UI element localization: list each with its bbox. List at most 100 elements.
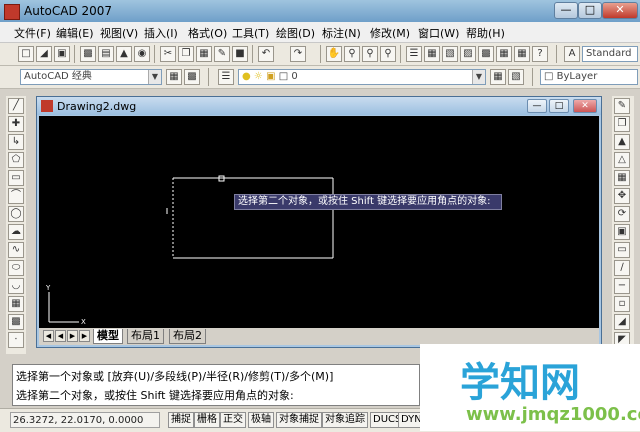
match-properties-icon[interactable]: ✎ — [214, 46, 230, 62]
move-icon[interactable]: ✥ — [614, 188, 630, 204]
text-style-icon[interactable]: A — [564, 46, 580, 62]
rotate-icon[interactable]: ⟳ — [614, 206, 630, 222]
copy-icon[interactable]: ❐ — [178, 46, 194, 62]
tab-layout2[interactable]: 布局2 — [169, 329, 206, 344]
next-tab-icon[interactable]: ▶ — [67, 330, 78, 342]
tab-model[interactable]: 模型 — [93, 329, 123, 344]
point-icon[interactable]: ⋅ — [8, 332, 24, 348]
layer-properties-icon[interactable]: ☰ — [218, 69, 234, 85]
save-icon[interactable]: ▣ — [54, 46, 70, 62]
command-window[interactable]: 选择第一个对象或 [放弃(U)/多段线(P)/半径(R)/修剪(T)/多个(M)… — [12, 364, 420, 406]
menu-draw[interactable]: 绘图(D) — [276, 25, 315, 41]
revision-cloud-icon[interactable]: ☁ — [8, 224, 24, 240]
scale-icon[interactable]: ▣ — [614, 224, 630, 240]
maximize-button[interactable]: □ — [578, 2, 602, 19]
menu-file[interactable]: 文件(F) — [14, 25, 51, 41]
canvas-geometry: Y X — [45, 175, 334, 326]
line-icon[interactable]: ╱ — [8, 98, 24, 114]
grid-toggle[interactable]: 栅格 — [194, 412, 220, 428]
properties-icon[interactable]: ☰ — [406, 46, 422, 62]
print-preview-icon[interactable]: ▤ — [98, 46, 114, 62]
construction-line-icon[interactable]: ✚ — [8, 116, 24, 132]
open-file-icon[interactable]: ◢ — [36, 46, 52, 62]
mirror-icon[interactable]: ▲ — [614, 134, 630, 150]
make-layer-current-icon[interactable]: ▦ — [490, 69, 506, 85]
workspace-select[interactable]: AutoCAD 经典 ▼ — [20, 69, 162, 85]
drawing-minimize-button[interactable]: — — [527, 99, 547, 113]
circle-icon[interactable]: ◯ — [8, 206, 24, 222]
minimize-button[interactable]: — — [554, 2, 578, 19]
menu-view[interactable]: 视图(V) — [100, 25, 138, 41]
drawing-close-button[interactable]: ✕ — [573, 99, 597, 113]
dynamic-input-tooltip: 选择第二个对象，或按住 Shift 键选择要应用角点的对象: — [234, 194, 502, 210]
quickcalc-icon[interactable]: ▦ — [496, 46, 512, 62]
osnap-toggle[interactable]: 对象捕捉 — [276, 412, 322, 428]
otrack-toggle[interactable]: 对象追踪 — [322, 412, 368, 428]
text-style-select[interactable]: Standard — [582, 46, 638, 62]
zoom-realtime-icon[interactable]: ⚲ — [344, 46, 360, 62]
offset-icon[interactable]: △ — [614, 152, 630, 168]
markup-icon[interactable]: ▩ — [478, 46, 494, 62]
3d-dwf-icon[interactable]: ◉ — [134, 46, 150, 62]
cut-icon[interactable]: ✂ — [160, 46, 176, 62]
tool-palettes-icon[interactable]: ▧ — [442, 46, 458, 62]
coordinate-readout[interactable]: 26.3272, 22.0170, 0.0000 — [10, 412, 160, 428]
menu-insert[interactable]: 插入(I) — [144, 25, 178, 41]
chamfer-icon[interactable]: ◢ — [614, 314, 630, 330]
polygon-icon[interactable]: ⬠ — [8, 152, 24, 168]
design-center-icon[interactable]: ▦ — [424, 46, 440, 62]
make-block-icon[interactable]: ▩ — [8, 314, 24, 330]
trim-icon[interactable]: ∕ — [614, 260, 630, 276]
tab-layout1[interactable]: 布局1 — [127, 329, 164, 344]
ellipse-arc-icon[interactable]: ◡ — [8, 278, 24, 294]
menu-tools[interactable]: 工具(T) — [232, 25, 269, 41]
insert-block-icon[interactable]: ▦ — [8, 296, 24, 312]
zoom-previous-icon[interactable]: ⚲ — [380, 46, 396, 62]
print-icon[interactable]: ▩ — [80, 46, 96, 62]
layer-select[interactable]: ● ☼ ▣ □ 0 ▼ — [238, 69, 486, 85]
zoom-window-icon[interactable]: ⚲ — [362, 46, 378, 62]
first-tab-icon[interactable]: ◀ — [43, 330, 54, 342]
menu-modify[interactable]: 修改(M) — [370, 25, 410, 41]
undo-icon[interactable]: ↶ — [258, 46, 274, 62]
menu-format[interactable]: 格式(O) — [188, 25, 227, 41]
prev-tab-icon[interactable]: ◀ — [55, 330, 66, 342]
rectangle-icon[interactable]: ▭ — [8, 170, 24, 186]
ortho-toggle[interactable]: 正交 — [220, 412, 246, 428]
close-button[interactable]: ✕ — [602, 2, 638, 19]
pan-icon[interactable]: ✋ — [326, 46, 342, 62]
arc-icon[interactable]: ⌒ — [8, 188, 24, 204]
paste-icon[interactable]: ▦ — [196, 46, 212, 62]
workspace-settings-icon[interactable]: ▦ — [166, 69, 182, 85]
block-editor-icon[interactable]: ■ — [232, 46, 248, 62]
erase-icon[interactable]: ✎ — [614, 98, 630, 114]
extend-icon[interactable]: − — [614, 278, 630, 294]
new-file-icon[interactable]: □ — [18, 46, 34, 62]
copy-object-icon[interactable]: ❐ — [614, 116, 630, 132]
ellipse-icon[interactable]: ⬭ — [8, 260, 24, 276]
break-icon[interactable]: ▫ — [614, 296, 630, 312]
calculator-icon[interactable]: ▦ — [514, 46, 530, 62]
polyline-icon[interactable]: ↳ — [8, 134, 24, 150]
menu-help[interactable]: 帮助(H) — [466, 25, 505, 41]
publish-icon[interactable]: ▲ — [116, 46, 132, 62]
menu-edit[interactable]: 编辑(E) — [56, 25, 94, 41]
menu-window[interactable]: 窗口(W) — [418, 25, 459, 41]
menu-dimension[interactable]: 标注(N) — [322, 25, 361, 41]
spline-icon[interactable]: ∿ — [8, 242, 24, 258]
command-history-line: 选择第一个对象或 [放弃(U)/多段线(P)/半径(R)/修剪(T)/多个(M)… — [16, 370, 334, 383]
workspace-save-icon[interactable]: ▩ — [184, 69, 200, 85]
help-icon[interactable]: ? — [532, 46, 548, 62]
stretch-icon[interactable]: ▭ — [614, 242, 630, 258]
layer-previous-icon[interactable]: ▧ — [508, 69, 524, 85]
color-select[interactable]: □ ByLayer — [540, 69, 638, 85]
last-tab-icon[interactable]: ▶ — [79, 330, 90, 342]
array-icon[interactable]: ▦ — [614, 170, 630, 186]
drawing-canvas[interactable]: Y X 选择第二个对象，或按住 Shift 键选择要应用角点的对象: — [39, 116, 599, 328]
drawing-maximize-button[interactable]: □ — [549, 99, 569, 113]
redo-icon[interactable]: ↷ — [290, 46, 306, 62]
polar-toggle[interactable]: 极轴 — [248, 412, 274, 428]
snap-toggle[interactable]: 捕捉 — [168, 412, 194, 428]
autocad-app-icon[interactable] — [4, 4, 20, 20]
sheet-set-icon[interactable]: ▨ — [460, 46, 476, 62]
